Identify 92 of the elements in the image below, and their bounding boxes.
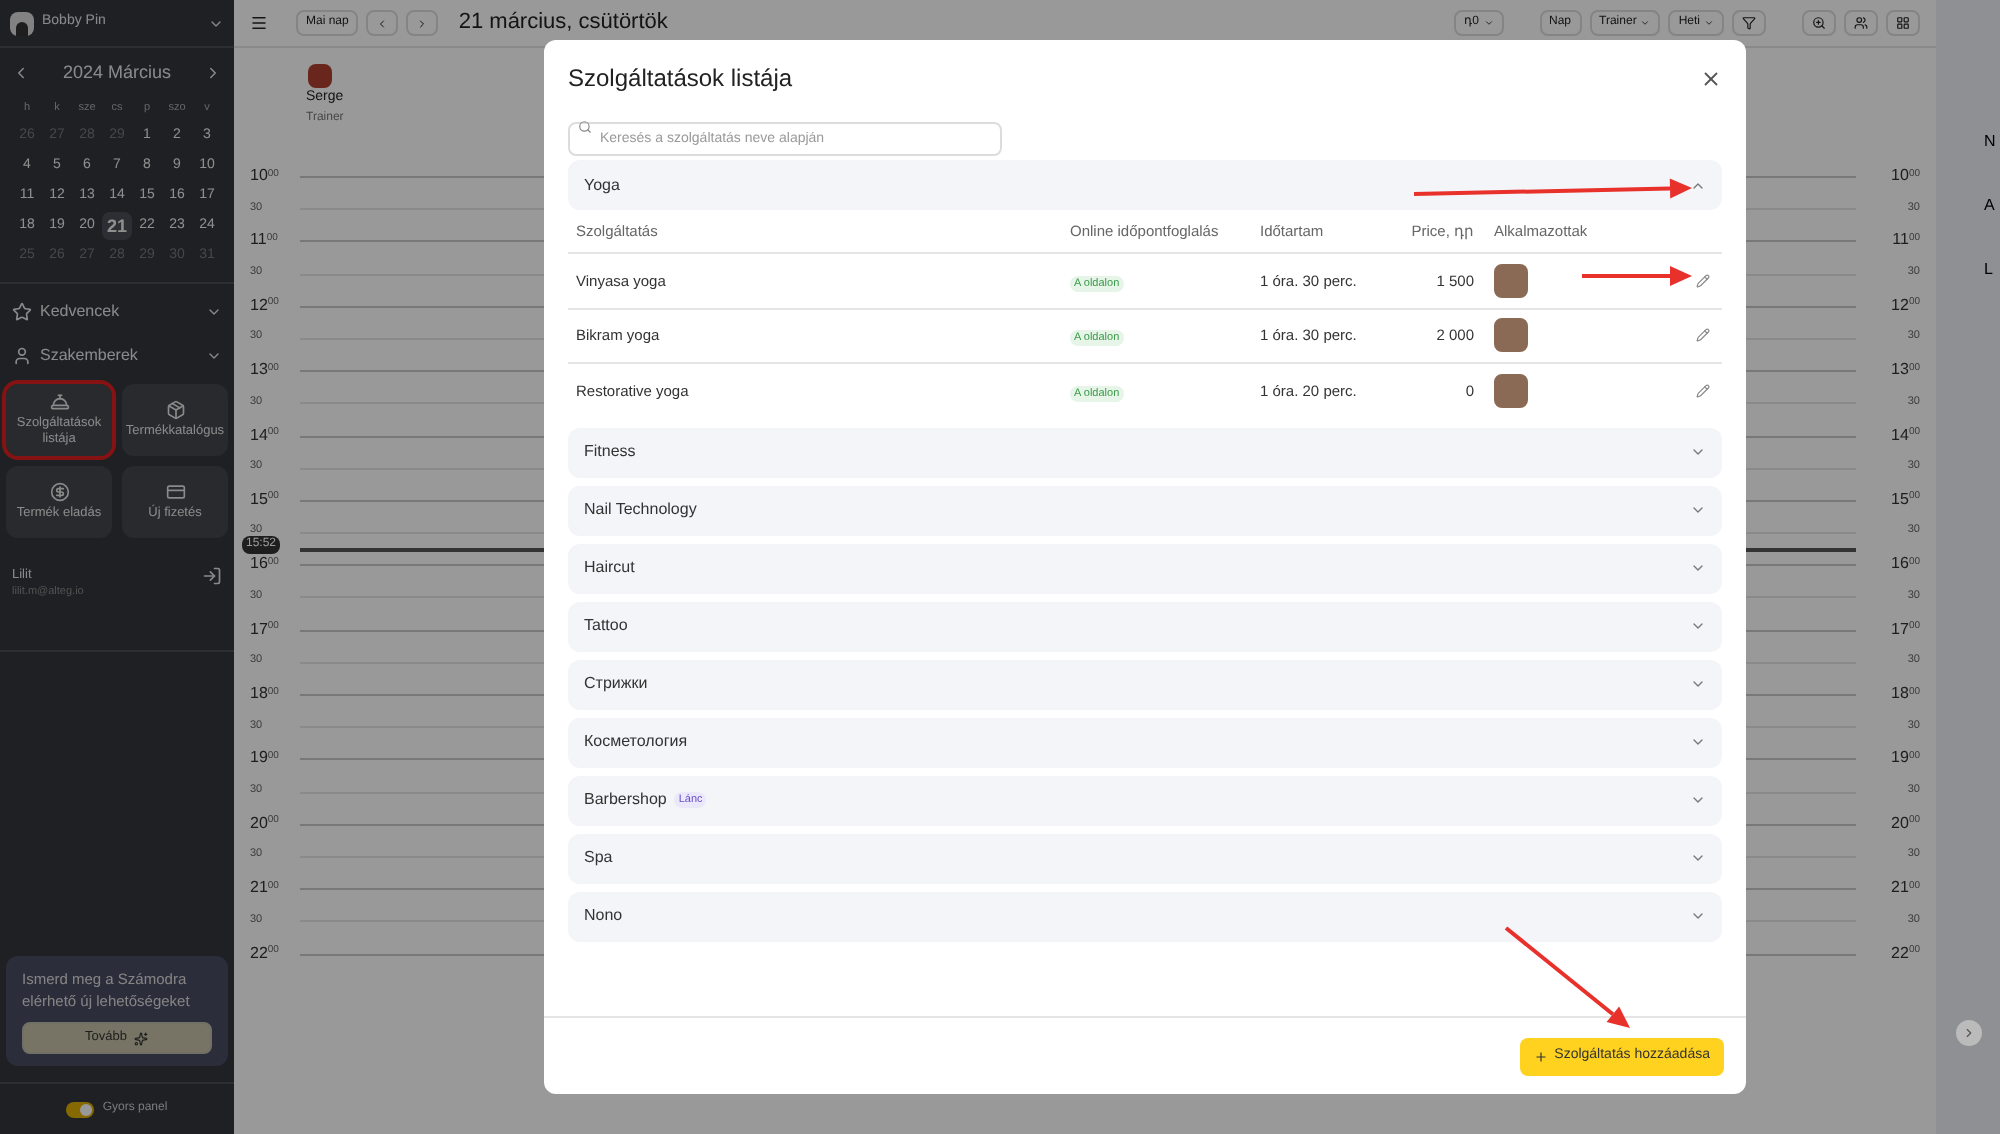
hour-label: 11$^{00}$ [250, 232, 278, 249]
next-month-icon[interactable] [204, 64, 222, 83]
panel-label: L [1984, 258, 1995, 282]
plus-icon [1534, 1049, 1549, 1063]
panel-label: N [1984, 130, 1998, 154]
coin-icon [49, 481, 69, 501]
arrow-annotation [1504, 926, 1630, 1028]
card-icon [165, 481, 185, 501]
month-title: 2024 Március [62, 60, 172, 86]
hour-label: 22$^{00}$ [250, 945, 279, 962]
sidebar-section[interactable]: Szakemberek [12, 343, 222, 367]
filter-button[interactable] [1732, 10, 1766, 36]
hour-label: 17$^{00}$ [1891, 621, 1920, 638]
hour-label: 18$^{00}$ [1891, 686, 1920, 703]
toggle-switch[interactable] [66, 1101, 95, 1117]
hour-label: 22$^{00}$ [1891, 945, 1920, 962]
grid-icon [1896, 16, 1910, 30]
chevron-down-icon [1690, 560, 1706, 576]
hour-label: 13$^{00}$ [1891, 362, 1920, 379]
chevron-down-icon [1690, 444, 1706, 460]
hour-label: 20$^{00}$ [250, 815, 279, 832]
chevron-down-icon [1690, 908, 1706, 924]
hour-label: 21$^{00}$ [1891, 880, 1920, 897]
package-icon [165, 399, 185, 419]
hour-label: 12$^{00}$ [250, 297, 279, 314]
star-icon [12, 301, 32, 321]
edit-icon[interactable] [1696, 273, 1710, 288]
hour-label: 15$^{00}$ [250, 491, 279, 508]
search-icon [578, 120, 592, 134]
category-header[interactable]: Haircut [568, 543, 1722, 593]
chevron-right-icon [416, 17, 429, 29]
chevron-down-icon [1483, 18, 1494, 28]
category-header[interactable]: Стрижки [568, 659, 1722, 709]
login-icon[interactable] [202, 565, 222, 585]
hour-label: 14$^{00}$ [250, 427, 279, 444]
category-header[interactable]: Spa [568, 833, 1722, 883]
hour-label: 19$^{00}$ [1891, 750, 1920, 767]
zoom-button[interactable] [1802, 10, 1836, 36]
category-header[interactable]: Косметология [568, 717, 1722, 767]
users-button[interactable] [1844, 10, 1878, 36]
hour-label: 17$^{00}$ [250, 621, 279, 638]
hour-label: 16$^{00}$ [250, 556, 279, 573]
prev-month-icon[interactable] [12, 64, 30, 83]
chevron-down-icon [1690, 502, 1706, 518]
photo-placeholder [1494, 318, 1528, 353]
hour-label: 10$^{00}$ [250, 168, 279, 185]
logo-icon [10, 11, 34, 35]
hour-label: 12$^{00}$ [1891, 297, 1920, 314]
category-header[interactable]: Nail Technology [568, 485, 1722, 535]
hour-label: 14$^{00}$ [1891, 427, 1920, 444]
hour-label: 10$^{00}$ [1891, 168, 1920, 185]
chevron-down-icon [1690, 850, 1706, 866]
chevron-down-icon [1704, 18, 1714, 28]
hour-label: 21$^{00}$ [250, 880, 279, 897]
hour-label: 11$^{00}$ [1892, 232, 1920, 249]
arrow-annotation [1582, 266, 1692, 286]
chevron-down-icon [1690, 618, 1706, 634]
date-title: 21 március, csütörtök [458, 8, 668, 39]
photo-placeholder [1494, 263, 1528, 298]
hour-label: 19$^{00}$ [250, 750, 279, 767]
category-header[interactable]: Nono [568, 891, 1722, 941]
grid-button[interactable] [1886, 10, 1920, 36]
edit-icon[interactable] [1696, 328, 1710, 343]
chevron-down-icon [1690, 676, 1706, 692]
sparkle-icon [134, 1031, 149, 1045]
avatar-photo-placeholder [308, 64, 332, 88]
category-header[interactable]: Yoga [568, 160, 1722, 210]
hour-label: 13$^{00}$ [250, 362, 279, 379]
calendar-day[interactable]: 21 [102, 211, 132, 239]
photo-placeholder [1494, 374, 1528, 409]
edit-icon[interactable] [1696, 384, 1710, 399]
filter-icon [1742, 16, 1756, 30]
chevron-down-icon [1690, 734, 1706, 750]
person-icon [12, 345, 32, 365]
close-icon[interactable] [1700, 67, 1722, 89]
category-header[interactable]: Fitness [568, 427, 1722, 477]
dialog-title: Szolgáltatások listája [568, 62, 793, 96]
hour-label: 15$^{00}$ [1891, 491, 1920, 508]
chevron-down-icon [1690, 792, 1706, 808]
menu-icon[interactable] [250, 14, 268, 32]
hour-label: 18$^{00}$ [250, 686, 279, 703]
chevron-down-icon [1640, 18, 1651, 28]
hour-label: 16$^{00}$ [1891, 556, 1920, 573]
chevron-right-icon [1962, 1026, 1976, 1040]
people-icon [1854, 16, 1868, 30]
sidebar-section[interactable]: Kedvencek [12, 299, 222, 323]
panel-label: A [1984, 194, 1997, 218]
chevron-left-icon [376, 17, 389, 29]
category-header[interactable]: Tattoo [568, 601, 1722, 651]
hour-label: 20$^{00}$ [1891, 815, 1920, 832]
bell-icon [49, 391, 69, 411]
zoom-in-icon [1812, 16, 1826, 30]
